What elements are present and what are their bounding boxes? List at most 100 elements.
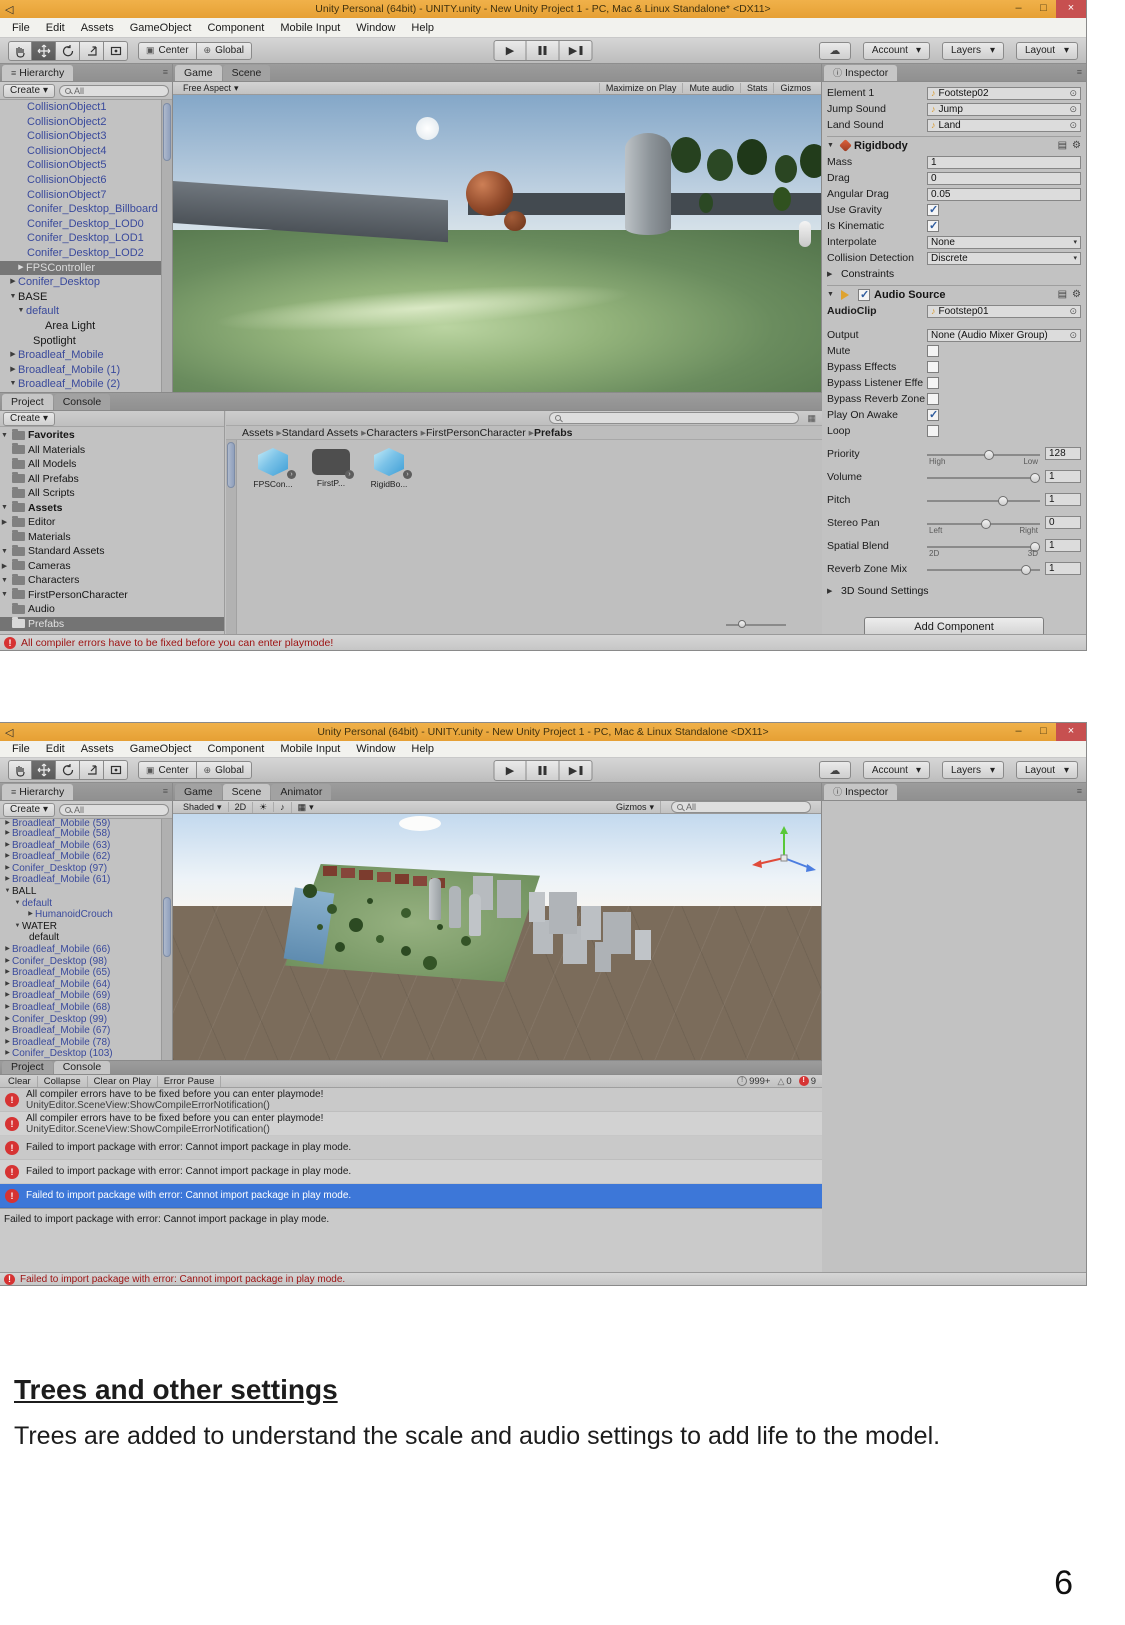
hierarchy-item[interactable]: CollisionObject7 <box>0 188 161 203</box>
fold-arrow-icon[interactable]: ▶ <box>3 1037 12 1049</box>
view-tab[interactable]: Game <box>175 65 222 81</box>
console-button[interactable]: Clear <box>2 1076 38 1087</box>
expand-icon[interactable]: › <box>287 470 296 479</box>
menu-item[interactable]: GameObject <box>122 22 200 34</box>
checkbox[interactable] <box>927 393 939 405</box>
view-tab[interactable]: Scene <box>223 65 271 81</box>
project-tree-item[interactable]: All Scripts <box>0 486 224 501</box>
slider-value[interactable]: 128 <box>1045 447 1081 460</box>
fold-arrow-icon[interactable]: ▶ <box>827 270 837 278</box>
hand-tool-button[interactable] <box>8 760 32 780</box>
move-tool-button[interactable] <box>32 760 56 780</box>
checkbox[interactable] <box>927 361 939 373</box>
project-tree-item[interactable]: ▼Favorites <box>0 428 224 443</box>
slider-value[interactable]: 0 <box>1045 516 1081 529</box>
value-field[interactable]: 0 <box>927 172 1081 185</box>
slider-value[interactable]: 1 <box>1045 539 1081 552</box>
breadcrumb-segment[interactable]: Characters <box>366 427 426 439</box>
rect-tool-button[interactable] <box>104 760 128 780</box>
fold-arrow-icon[interactable]: ▶ <box>8 275 18 290</box>
checkbox[interactable] <box>927 409 939 421</box>
pause-button[interactable] <box>527 40 560 61</box>
fold-arrow-icon[interactable]: ▶ <box>16 261 26 276</box>
fold-arrow-icon[interactable] <box>17 231 27 246</box>
slider-knob[interactable] <box>981 519 991 529</box>
fold-arrow-icon[interactable]: ▼ <box>13 921 22 933</box>
maximize-button[interactable]: □ <box>1031 723 1056 741</box>
hierarchy-item[interactable]: Conifer_Desktop_LOD0 <box>0 217 161 232</box>
fold-arrow-icon[interactable]: ▼ <box>0 504 9 511</box>
hierarchy-item[interactable]: CollisionObject5 <box>0 158 161 173</box>
hierarchy-item[interactable]: ▶Broadleaf_Mobile (62) <box>0 851 161 863</box>
object-picker-icon[interactable]: ⊙ <box>1069 104 1077 115</box>
console-button[interactable]: Clear on Play <box>88 1076 158 1087</box>
fold-arrow-icon[interactable]: ▶ <box>3 1014 12 1026</box>
rigidbody-header[interactable]: ▼ Rigidbody ▤⚙ <box>827 136 1081 154</box>
project-tree-item[interactable]: ▼Characters <box>0 573 224 588</box>
hierarchy-item[interactable]: ▶Conifer_Desktop (103) <box>0 1048 161 1060</box>
step-button[interactable]: ▶ <box>560 760 593 781</box>
fold-arrow-icon[interactable] <box>35 319 45 334</box>
slider-knob[interactable] <box>1021 565 1031 575</box>
fold-arrow-icon[interactable]: ▶ <box>827 587 837 595</box>
panel-menu-icon[interactable]: ≡ <box>1077 786 1082 796</box>
fold-arrow-icon[interactable]: ▼ <box>13 898 22 910</box>
console-button[interactable]: Error Pause <box>158 1076 222 1087</box>
reference-icon[interactable]: ▤ <box>1058 140 1067 151</box>
slider-track[interactable]: High Low <box>927 447 1040 465</box>
slider-knob[interactable] <box>998 496 1008 506</box>
project-tree-item[interactable]: ▶Editor <box>0 515 224 530</box>
expand-icon[interactable]: › <box>345 470 354 479</box>
view-tab[interactable]: Scene <box>223 784 271 800</box>
translate-gizmo[interactable] <box>748 824 818 886</box>
game-view-button[interactable]: Maximize on Play <box>599 83 683 93</box>
tab-hierarchy[interactable]: ≡Hierarchy <box>2 784 73 800</box>
fold-arrow-icon[interactable]: ▶ <box>3 944 12 956</box>
gear-icon[interactable]: ⚙ <box>1072 289 1081 300</box>
audio-source-header[interactable]: ▼ Audio Source ▤⚙ <box>827 285 1081 303</box>
pivot-toggle-button[interactable]: ▣Center <box>138 42 197 60</box>
hierarchy-item[interactable]: ▶HumanoidCrouch <box>0 909 161 921</box>
create-button[interactable]: Create▾ <box>3 412 55 426</box>
project-tree-item[interactable]: Prefabs <box>0 617 224 632</box>
rect-tool-button[interactable] <box>104 41 128 61</box>
audio-toggle-icon[interactable]: ♪ <box>273 802 291 812</box>
gizmos-dropdown[interactable]: Gizmos ▾ <box>610 802 660 813</box>
status-bar[interactable]: ! All compiler errors have to be fixed b… <box>0 634 1086 650</box>
hierarchy-item[interactable]: ▼BASE <box>0 290 161 305</box>
space-toggle-button[interactable]: ⊕Global <box>197 42 252 60</box>
menu-item[interactable]: File <box>4 743 38 755</box>
2d-toggle-button[interactable]: 2D <box>228 802 253 812</box>
space-toggle-button[interactable]: ⊕Global <box>197 761 252 779</box>
fold-arrow-icon[interactable]: ▼ <box>0 548 9 555</box>
panel-menu-icon[interactable]: ≡ <box>163 786 168 796</box>
panel-tab[interactable]: Console <box>54 1061 111 1074</box>
console-message[interactable]: ! Failed to import package with error: C… <box>0 1184 822 1208</box>
pivot-toggle-button[interactable]: ▣Center <box>138 761 197 779</box>
slider-track[interactable]: 2D 3D <box>927 539 1040 557</box>
account-dropdown[interactable]: Account▾ <box>863 42 930 60</box>
hierarchy-item[interactable]: ▶Broadleaf_Mobile (1) <box>0 363 161 378</box>
fold-arrow-icon[interactable] <box>17 188 27 203</box>
fold-arrow-icon[interactable]: ▶ <box>3 819 12 828</box>
play-button[interactable]: ▶ <box>494 760 527 781</box>
reference-icon[interactable]: ▤ <box>1058 289 1067 300</box>
fold-arrow-icon[interactable]: ▼ <box>0 577 9 584</box>
project-tree-item[interactable]: ▼Assets <box>0 501 224 516</box>
hierarchy-item[interactable]: ▼WATER <box>0 921 161 933</box>
breadcrumb-segment[interactable]: Assets <box>242 427 282 439</box>
scene-search-input[interactable]: All <box>671 801 811 813</box>
warning-count-badge[interactable]: △0 <box>777 1076 791 1087</box>
layers-dropdown[interactable]: Layers▾ <box>942 42 1004 60</box>
layers-dropdown[interactable]: Layers▾ <box>942 761 1004 779</box>
fold-arrow-icon[interactable]: ▶ <box>8 348 18 363</box>
hierarchy-item[interactable]: Spotlight <box>0 334 161 349</box>
menu-item[interactable]: Window <box>348 743 403 755</box>
create-button[interactable]: Create▾ <box>3 803 55 817</box>
menu-item[interactable]: Help <box>403 22 442 34</box>
slider-track[interactable]: Left Right <box>927 516 1040 534</box>
view-tab[interactable]: Game <box>175 784 222 800</box>
menu-item[interactable]: Assets <box>73 22 122 34</box>
slider-knob[interactable] <box>738 620 746 628</box>
layout-dropdown[interactable]: Layout▾ <box>1016 42 1078 60</box>
